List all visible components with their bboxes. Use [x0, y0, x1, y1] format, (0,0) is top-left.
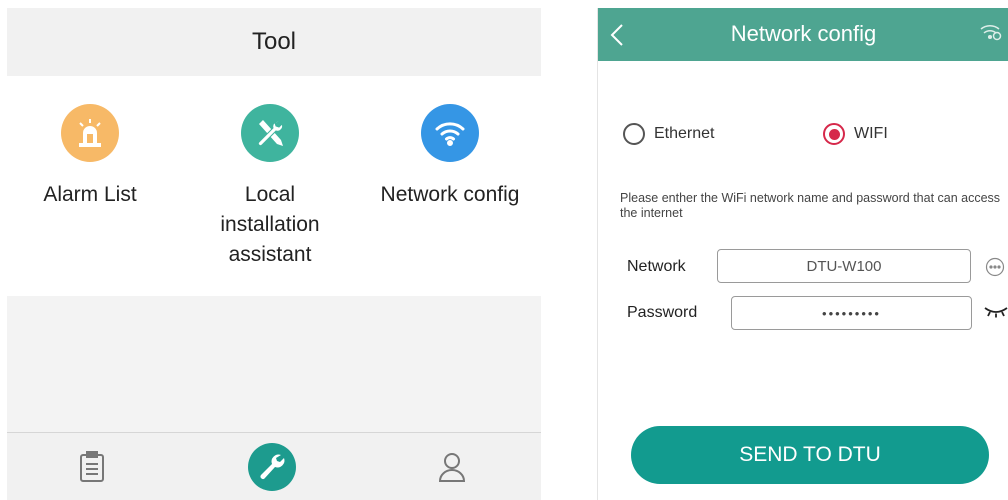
wifi-label: WIFI	[854, 125, 888, 142]
empty-area	[7, 296, 541, 432]
more-icon	[985, 257, 1005, 277]
network-config-label: Network config	[380, 183, 520, 206]
bottom-tab-bar	[7, 432, 541, 500]
tab-user[interactable]	[428, 443, 476, 491]
tab-list[interactable]	[68, 443, 116, 491]
show-password-button[interactable]	[984, 305, 1008, 324]
alarm-siren-icon	[61, 104, 119, 162]
network-name-field[interactable]: DTU-W100	[717, 249, 971, 283]
wifi-option[interactable]: WIFI	[823, 123, 888, 145]
wifi-icon	[421, 104, 479, 162]
alarm-list-tool[interactable]: Alarm List	[15, 104, 165, 210]
tool-screen: Tool Alarm List Local installation assis…	[7, 8, 541, 500]
ethernet-label: Ethernet	[654, 125, 715, 142]
clipboard-icon	[80, 451, 104, 482]
tool-header: Tool	[7, 8, 541, 76]
send-to-dtu-button[interactable]: SEND TO DTU	[631, 426, 989, 484]
ethernet-option[interactable]: Ethernet	[623, 123, 714, 145]
password-label: Password	[627, 304, 698, 321]
alarm-list-label: Alarm List	[43, 183, 137, 206]
instruction-text: Please enther the WiFi network name and …	[620, 191, 1001, 220]
wifi-radio[interactable]	[823, 123, 845, 145]
network-config-screen: Network config Ethernet WIFI Please enth…	[597, 8, 1008, 500]
more-options-button[interactable]	[985, 257, 1005, 282]
tools-icon	[241, 104, 299, 162]
local-installation-assistant-tool[interactable]: Local installation assistant	[195, 104, 345, 270]
tab-tool[interactable]	[248, 443, 296, 491]
wifi-status-icon	[979, 22, 1003, 47]
network-label: Network	[627, 258, 686, 275]
network-header: Network config	[598, 8, 1008, 61]
page-title: Tool	[251, 28, 297, 55]
page-title: Network config	[730, 21, 877, 46]
eye-closed-icon	[984, 307, 1008, 318]
local-installation-label: Local installation assistant	[220, 183, 320, 266]
user-icon	[438, 453, 466, 482]
network-config-tool[interactable]: Network config	[375, 104, 525, 210]
ethernet-radio[interactable]	[623, 123, 645, 145]
password-field[interactable]: •••••••••	[731, 296, 972, 330]
wrench-icon	[248, 443, 296, 491]
